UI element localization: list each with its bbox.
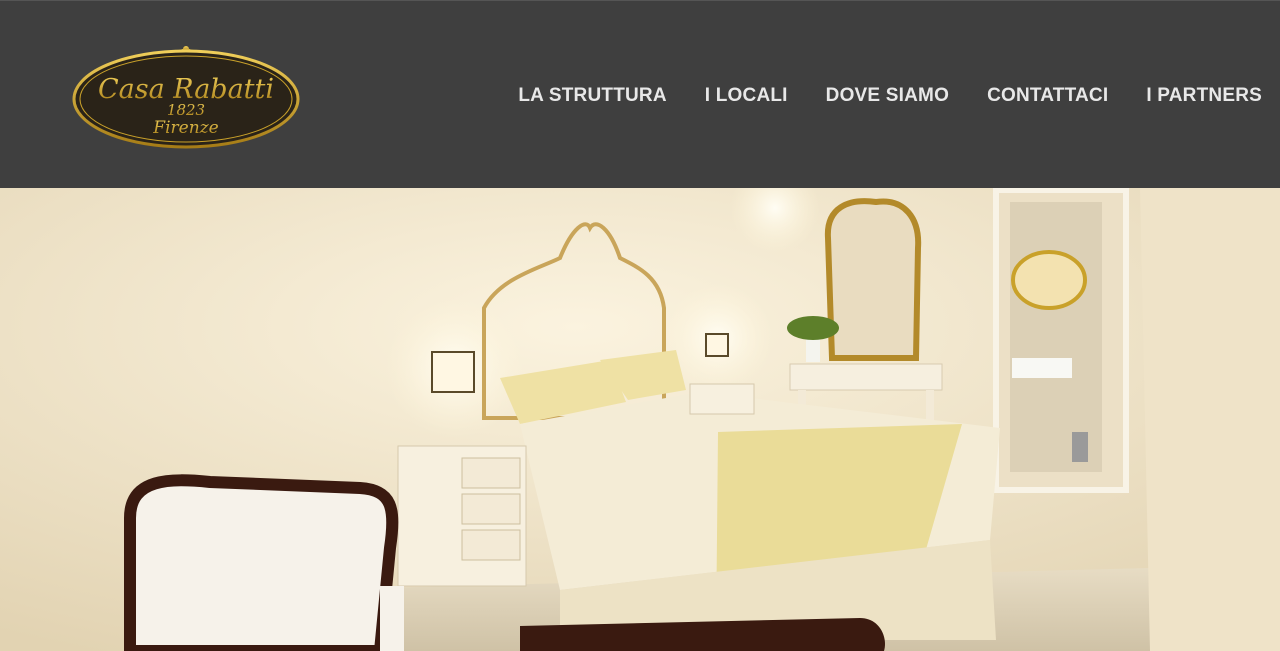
nav-item-la-struttura[interactable]: LA STRUTTURA [518, 85, 666, 107]
main-nav: LA STRUTTURA I LOCALI DOVE SIAMO CONTATT… [518, 85, 1262, 107]
nav-item-i-partners[interactable]: I PARTNERS [1146, 85, 1262, 107]
logo-city: Firenze [152, 118, 218, 138]
logo-year: 1823 [167, 101, 205, 119]
site-header: Casa Rabatti 1823 Firenze LA STRUTTURA I… [0, 0, 1280, 188]
nav-item-dove-siamo[interactable]: DOVE SIAMO [826, 85, 949, 107]
nav-item-i-locali[interactable]: I LOCALI [705, 85, 788, 107]
hero-image [0, 188, 1280, 651]
nav-item-contattaci[interactable]: CONTATTACI [987, 85, 1108, 107]
site-logo[interactable]: Casa Rabatti 1823 Firenze [70, 43, 302, 151]
